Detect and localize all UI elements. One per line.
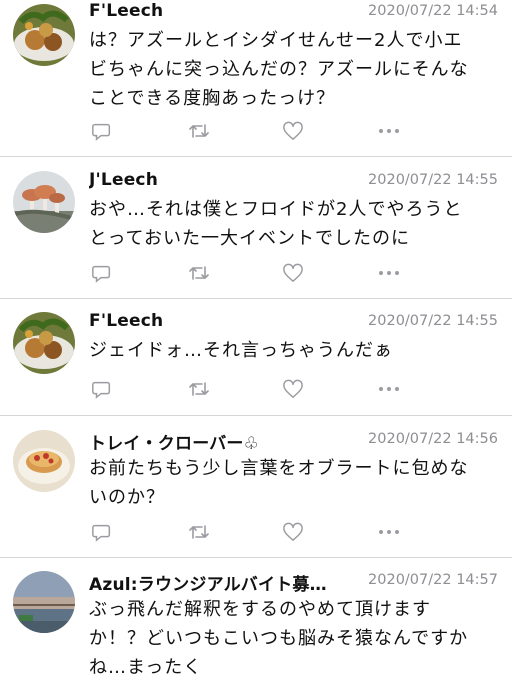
retweet-button[interactable] (186, 261, 212, 285)
tweet-actions (89, 520, 419, 544)
tweet-text: おや…それは僕とフロイドが2人でやろうと とっておいた一大イベントでしたのに (89, 199, 463, 249)
tweet[interactable]: J'Leech 2020/07/22 14:55 おや…それは僕とフロイドが2人… (0, 157, 512, 298)
food-plate-avatar-image (13, 312, 75, 374)
like-icon (283, 263, 303, 282)
tweet-actions (89, 377, 419, 401)
tweet-timestamp: 2020/07/22 14:55 (368, 313, 498, 329)
more-button[interactable] (376, 377, 402, 401)
retweet-icon (189, 266, 209, 280)
tweet-timestamp: 2020/07/22 14:57 (368, 572, 498, 588)
more-button[interactable] (376, 119, 402, 143)
tweet-timestamp: 2020/07/22 14:54 (368, 3, 498, 19)
tweet-author-name[interactable]: F'Leech (89, 311, 163, 331)
tweet-text: お前たちもう少し言葉をオブラートに包めな いのか？ (89, 458, 469, 508)
tweet[interactable]: F'Leech 2020/07/22 14:55 ジェイドォ…それ言っちゃうんだ… (0, 299, 512, 415)
more-icon (379, 387, 399, 391)
tweet-text: ジェイドォ…それ言っちゃうんだぁ (89, 340, 393, 361)
more-icon (379, 530, 399, 534)
tweet-timestamp: 2020/07/22 14:56 (368, 431, 498, 447)
avatar[interactable] (13, 571, 75, 633)
retweet-icon (189, 525, 209, 539)
tweet-text: は？アズールとイシダイせんせー2人で小エ ビちゃんに突っ込んだの？アズールにそん… (89, 30, 469, 109)
like-button[interactable] (280, 520, 306, 544)
more-icon (379, 129, 399, 133)
like-button[interactable] (280, 119, 306, 143)
avatar[interactable] (13, 312, 75, 374)
avatar[interactable] (13, 430, 75, 492)
tweet[interactable]: Azul:ラウンジアルバイト募… 2020/07/22 14:57 ぶっ飛んだ解… (0, 558, 512, 680)
like-button[interactable] (280, 261, 306, 285)
more-button[interactable] (376, 520, 402, 544)
tweet-actions (89, 261, 419, 285)
like-icon (283, 121, 303, 140)
retweet-button[interactable] (186, 377, 212, 401)
tweet-author-name[interactable]: Azul:ラウンジアルバイト募… (89, 570, 327, 595)
reply-icon (92, 123, 111, 141)
retweet-icon (189, 124, 209, 138)
retweet-button[interactable] (186, 119, 212, 143)
like-icon (283, 379, 303, 398)
tweet-author-name[interactable]: トレイ・クローバー♧ (89, 429, 259, 454)
more-button[interactable] (376, 261, 402, 285)
food-plate-avatar-image (13, 4, 75, 66)
tweet-timestamp: 2020/07/22 14:55 (368, 172, 498, 188)
reply-icon (92, 265, 111, 283)
reply-button[interactable] (89, 119, 115, 143)
like-icon (283, 522, 303, 541)
timeline: F'Leech 2020/07/22 14:54 は？アズールとイシダイせんせー… (0, 0, 512, 680)
reply-button[interactable] (89, 520, 115, 544)
reply-icon (92, 524, 111, 542)
avatar[interactable] (13, 4, 75, 66)
tweet-author-name[interactable]: F'Leech (89, 1, 163, 21)
avatar[interactable] (13, 171, 75, 233)
landscape-avatar-image (13, 571, 75, 633)
like-button[interactable] (280, 377, 306, 401)
reply-button[interactable] (89, 377, 115, 401)
tweet[interactable]: F'Leech 2020/07/22 14:54 は？アズールとイシダイせんせー… (0, 0, 512, 155)
retweet-icon (189, 382, 209, 396)
reply-button[interactable] (89, 261, 115, 285)
tweet[interactable]: トレイ・クローバー♧ 2020/07/22 14:56 お前たちもう少し言葉をオ… (0, 416, 512, 557)
tweet-author-name[interactable]: J'Leech (89, 170, 158, 190)
retweet-button[interactable] (186, 520, 212, 544)
mushrooms-avatar-image (13, 171, 75, 233)
more-icon (379, 271, 399, 275)
reply-icon (92, 381, 111, 399)
cake-avatar-image (13, 430, 75, 492)
tweet-actions (89, 119, 419, 143)
tweet-text: ぶっ飛んだ解釈をするのやめて頂けます か！？どいつもこいつも脳みそ猿なんですか … (89, 599, 469, 678)
